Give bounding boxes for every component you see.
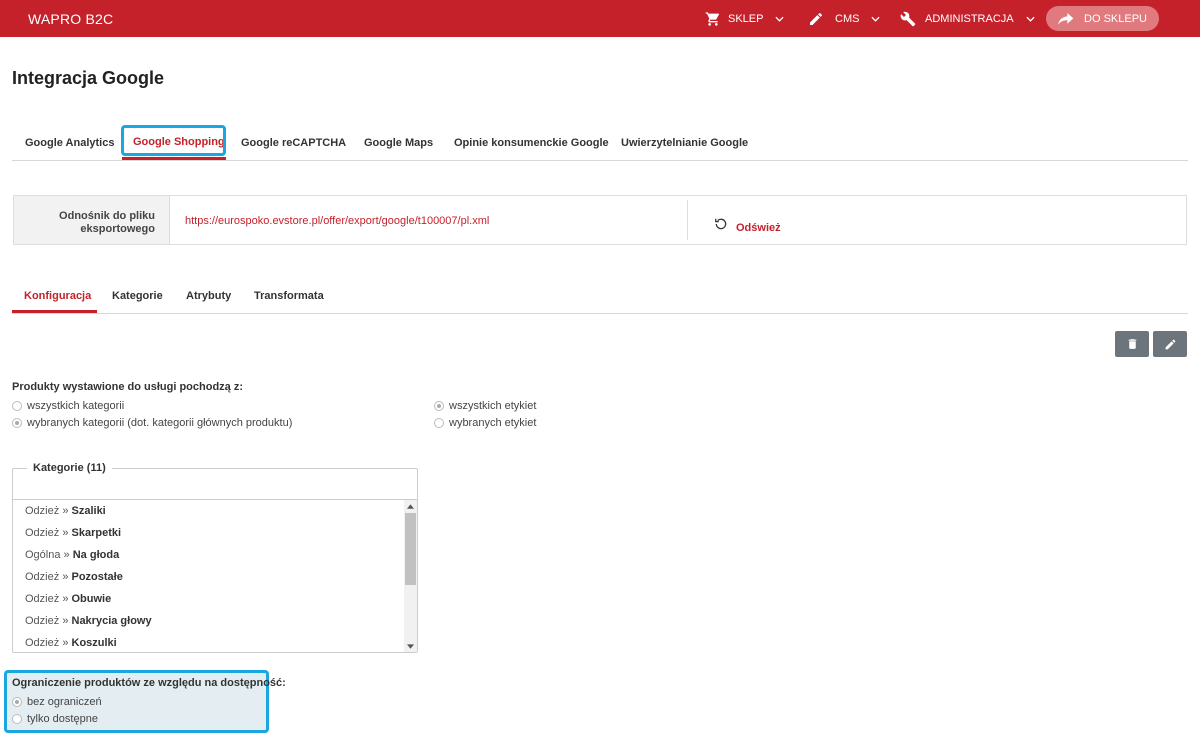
radio-dot bbox=[434, 401, 444, 411]
list-item[interactable]: Ogólna » Na głoda bbox=[25, 544, 119, 566]
radio-all-labels[interactable]: wszystkich etykiet bbox=[434, 400, 536, 412]
divider bbox=[687, 200, 688, 240]
tab-uwierzytelnianie[interactable]: Uwierzytelnianie Google bbox=[621, 125, 748, 161]
nav-cms-label: CMS bbox=[835, 12, 860, 25]
tab-konfiguracja[interactable]: Konfiguracja bbox=[24, 282, 91, 313]
category-name: Szaliki bbox=[71, 505, 106, 517]
go-to-shop-button[interactable]: DO SKLEPU bbox=[1046, 6, 1159, 31]
cart-icon bbox=[705, 11, 719, 26]
list-scrollbar[interactable] bbox=[404, 500, 417, 652]
nav-administracja-label: ADMINISTRACJA bbox=[925, 12, 1014, 25]
tab-google-maps[interactable]: Google Maps bbox=[364, 125, 433, 161]
radio-label: wybranych kategorii (dot. kategorii głów… bbox=[27, 417, 293, 429]
radio-label: wszystkich kategorii bbox=[27, 400, 125, 412]
export-link-label-line2: eksportowego bbox=[80, 223, 155, 235]
chevron-down-icon bbox=[871, 16, 881, 22]
brand-logo[interactable]: WAPRO B2C bbox=[28, 11, 113, 27]
list-item[interactable]: Odzież » Nakrycia głowy bbox=[25, 610, 152, 632]
category-separator: » bbox=[62, 571, 69, 583]
scroll-up-icon[interactable] bbox=[404, 500, 417, 513]
active-tab-indicator bbox=[122, 157, 226, 160]
list-item[interactable]: Odzież » Obuwie bbox=[25, 588, 111, 610]
radio-only-available[interactable]: tylko dostępne bbox=[12, 713, 98, 725]
scroll-down-icon[interactable] bbox=[404, 640, 417, 652]
export-url-link[interactable]: https://eurospoko.evstore.pl/offer/expor… bbox=[185, 215, 489, 227]
pencil-icon bbox=[1165, 339, 1175, 349]
category-separator: » bbox=[62, 637, 69, 649]
category-parent: Odzież bbox=[25, 615, 60, 627]
active-subtab-indicator bbox=[12, 310, 97, 313]
tab-google-analytics[interactable]: Google Analytics bbox=[25, 125, 114, 161]
category-name: Obuwie bbox=[71, 593, 112, 605]
tab-highlight-frame bbox=[121, 125, 226, 156]
radio-dot bbox=[12, 401, 22, 411]
list-item[interactable]: Odzież » Szaliki bbox=[25, 500, 106, 522]
radio-selected-categories[interactable]: wybranych kategorii (dot. kategorii głów… bbox=[12, 417, 292, 429]
category-separator: » bbox=[62, 505, 69, 517]
refresh-label: Odśwież bbox=[736, 222, 781, 234]
category-name: Koszulki bbox=[71, 637, 117, 649]
list-item[interactable]: Odzież » Pozostałe bbox=[25, 566, 123, 588]
categories-legend: Kategorie (11) bbox=[27, 462, 112, 474]
category-separator: » bbox=[63, 549, 70, 561]
nav-administracja[interactable]: ADMINISTRACJA bbox=[900, 0, 1035, 37]
list-item[interactable]: Odzież » Skarpetki bbox=[25, 522, 121, 544]
radio-label: wybranych etykiet bbox=[449, 417, 537, 429]
category-parent: Odzież bbox=[25, 527, 60, 539]
category-separator: » bbox=[62, 615, 69, 627]
tab-atrybuty[interactable]: Atrybuty bbox=[186, 282, 231, 313]
refresh-icon bbox=[715, 218, 727, 230]
radio-dot bbox=[12, 714, 22, 724]
export-link-panel: Odnośnik do pliku eksportowego https://e… bbox=[13, 195, 1187, 245]
pencil-icon bbox=[810, 12, 823, 25]
top-bar: WAPRO B2C SKLEP CMS ADMINISTRACJA DO SKL… bbox=[0, 0, 1200, 37]
categories-list[interactable]: Odzież » Szaliki Odzież » Skarpetki Ogól… bbox=[13, 499, 417, 652]
radio-label: bez ograniczeń bbox=[27, 696, 102, 708]
delete-button[interactable] bbox=[1115, 331, 1149, 357]
category-separator: » bbox=[62, 527, 69, 539]
tab-transformata[interactable]: Transformata bbox=[254, 282, 324, 313]
list-item[interactable]: Odzież » Koszulki bbox=[25, 632, 117, 652]
page-title: Integracja Google bbox=[12, 68, 165, 88]
category-name: Pozostałe bbox=[71, 571, 123, 583]
export-link-label: Odnośnik do pliku eksportowego bbox=[14, 196, 170, 244]
tab-opinie-konsumenckie[interactable]: Opinie konsumenckie Google bbox=[454, 125, 609, 161]
radio-dot bbox=[12, 418, 22, 428]
category-parent: Odzież bbox=[25, 505, 60, 517]
radio-dot bbox=[12, 697, 22, 707]
nav-sklep[interactable]: SKLEP bbox=[704, 0, 785, 37]
category-separator: » bbox=[62, 593, 69, 605]
category-parent: Odzież bbox=[25, 593, 60, 605]
category-parent: Ogólna bbox=[25, 549, 61, 561]
radio-label: tylko dostępne bbox=[27, 713, 98, 725]
availability-section-title: Ograniczenie produktów ze względu na dos… bbox=[12, 677, 286, 689]
chevron-down-icon bbox=[1026, 16, 1035, 22]
scroll-thumb[interactable] bbox=[405, 513, 416, 585]
category-name: Skarpetki bbox=[71, 527, 122, 539]
nav-cms[interactable]: CMS bbox=[808, 0, 881, 37]
radio-dot bbox=[434, 418, 444, 428]
nav-sklep-label: SKLEP bbox=[728, 12, 764, 25]
tab-google-recaptcha[interactable]: Google reCAPTCHA bbox=[241, 125, 346, 161]
tab-kategorie[interactable]: Kategorie bbox=[112, 282, 163, 313]
radio-no-limit[interactable]: bez ograniczeń bbox=[12, 696, 102, 708]
source-section-title: Produkty wystawione do usługi pochodzą z… bbox=[12, 381, 244, 393]
category-name: Nakrycia głowy bbox=[71, 615, 152, 627]
radio-label: wszystkich etykiet bbox=[449, 400, 537, 412]
edit-button[interactable] bbox=[1153, 331, 1187, 357]
trash-icon bbox=[1128, 339, 1136, 349]
category-parent: Odzież bbox=[25, 571, 60, 583]
config-tabs: Konfiguracja Kategorie Atrybuty Transfor… bbox=[12, 282, 1188, 314]
radio-all-categories[interactable]: wszystkich kategorii bbox=[12, 400, 124, 412]
go-to-shop-label: DO SKLEPU bbox=[1084, 12, 1147, 25]
refresh-button[interactable]: Odśwież bbox=[714, 214, 781, 234]
category-parent: Odzież bbox=[25, 637, 60, 649]
share-arrow-icon bbox=[1058, 12, 1074, 25]
radio-selected-labels[interactable]: wybranych etykiet bbox=[434, 417, 536, 429]
chevron-down-icon bbox=[775, 16, 785, 22]
category-name: Na głoda bbox=[72, 549, 120, 561]
export-link-label-line1: Odnośnik do pliku bbox=[59, 210, 155, 222]
categories-fieldset: Kategorie (11) Odzież » Szaliki Odzież »… bbox=[12, 462, 418, 653]
wrench-icon bbox=[900, 11, 916, 26]
